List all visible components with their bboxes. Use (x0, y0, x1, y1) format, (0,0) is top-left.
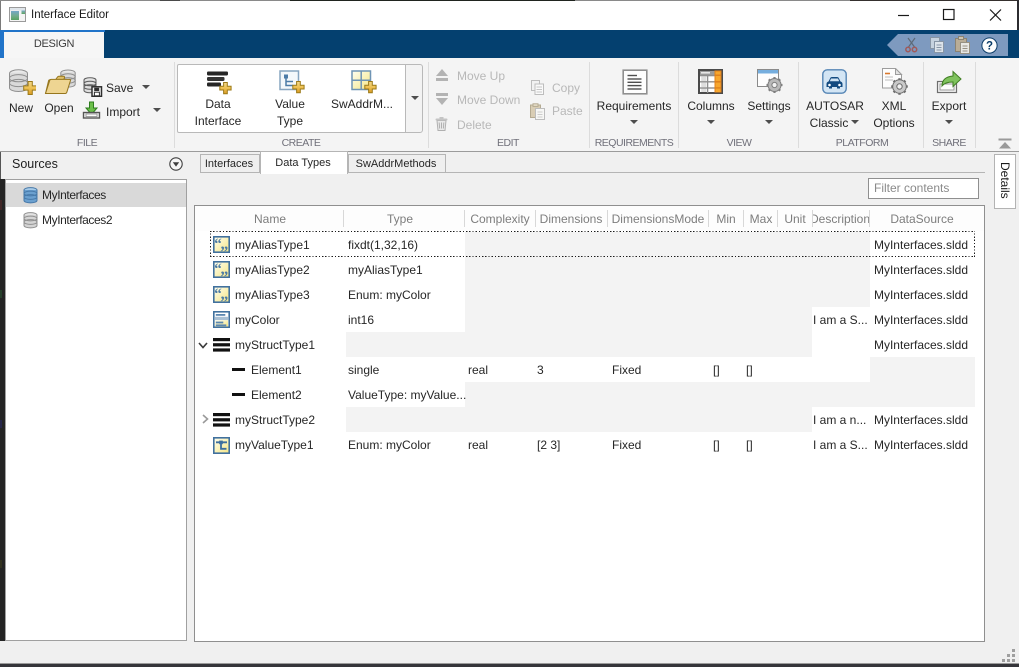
svg-text:”: ” (220, 244, 228, 253)
svg-text:”: ” (220, 294, 228, 303)
svg-text:”: ” (220, 269, 228, 278)
svg-text:?: ? (986, 41, 993, 53)
